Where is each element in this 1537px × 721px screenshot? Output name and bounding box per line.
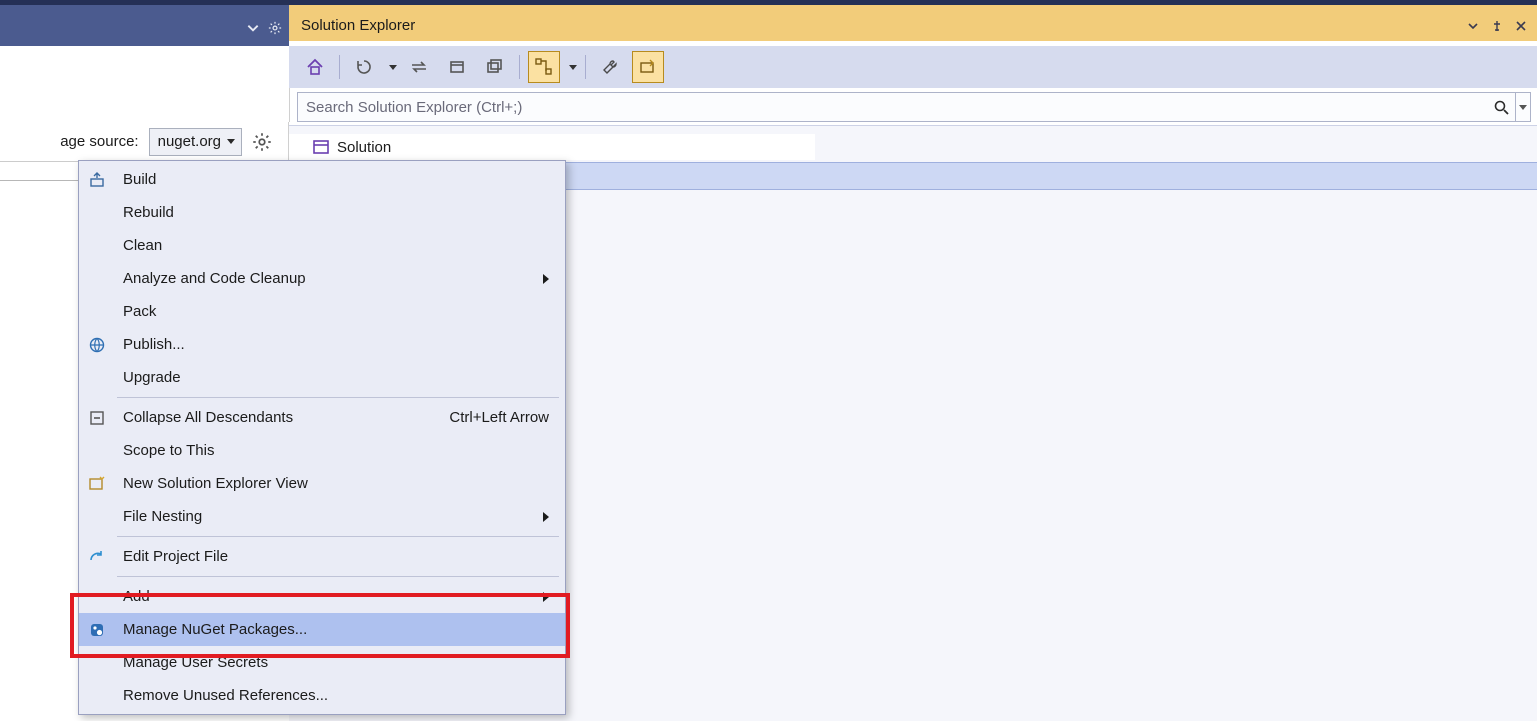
blank: [85, 267, 109, 291]
menu-item-label: Edit Project File: [123, 548, 549, 565]
solution-icon: [311, 137, 331, 157]
blank: [85, 585, 109, 609]
menu-item-label: Scope to This: [123, 442, 549, 459]
blank: [85, 300, 109, 324]
blank: [85, 651, 109, 675]
menu-item-label: Remove Unused References...: [123, 687, 549, 704]
solution-search-input[interactable]: [298, 99, 1487, 116]
collapse-icon: [85, 406, 109, 430]
blank: [85, 684, 109, 708]
blank: [85, 439, 109, 463]
chevron-down-icon[interactable]: [569, 65, 577, 70]
settings-gear-icon[interactable]: [252, 132, 272, 152]
window-icon[interactable]: [441, 51, 473, 83]
menu-item-label: Rebuild: [123, 204, 549, 221]
tree-root-row[interactable]: Solution: [309, 134, 395, 160]
globe-icon: [85, 333, 109, 357]
menu-item-label: Analyze and Code Cleanup: [123, 270, 535, 287]
close-icon[interactable]: [1513, 18, 1529, 34]
menu-item-shortcut: Ctrl+Left Arrow: [449, 409, 549, 426]
package-source-row: age source: nuget.org: [0, 122, 289, 162]
menu-item-label: Upgrade: [123, 369, 549, 386]
submenu-arrow-icon: [543, 274, 549, 284]
menu-item-label: Add: [123, 588, 535, 605]
menu-item-build[interactable]: Build: [79, 163, 565, 196]
preview-button[interactable]: [632, 51, 664, 83]
build-icon: [85, 168, 109, 192]
menu-item-label: Pack: [123, 303, 549, 320]
home-icon[interactable]: [299, 51, 331, 83]
history-back-icon[interactable]: [348, 51, 380, 83]
blank: [85, 201, 109, 225]
menu-item-publish[interactable]: Publish...: [79, 328, 565, 361]
project-context-menu: Build Rebuild Clean Analyze and Code Cleanu…: [78, 160, 566, 715]
menu-item-rebuild[interactable]: Rebuild: [79, 196, 565, 229]
search-icon[interactable]: [1487, 99, 1515, 115]
pin-icon[interactable]: [1489, 18, 1505, 34]
package-source-label: age source:: [60, 133, 138, 150]
package-source-value: nuget.org: [158, 133, 221, 150]
menu-item-pack[interactable]: Pack: [79, 295, 565, 328]
menu-item-analyze-and-code-cleanup[interactable]: Analyze and Code Cleanup: [79, 262, 565, 295]
properties-wrench-icon[interactable]: [594, 51, 626, 83]
menu-item-new-solution-explorer-view[interactable]: New Solution Explorer View: [79, 467, 565, 500]
gear-icon[interactable]: [267, 20, 283, 36]
submenu-arrow-icon: [543, 512, 549, 522]
menu-item-file-nesting[interactable]: File Nesting: [79, 500, 565, 533]
menu-separator: [117, 397, 559, 398]
new-view-icon: [85, 472, 109, 496]
menu-item-label: Build: [123, 171, 549, 188]
menu-item-manage-nuget-packages[interactable]: Manage NuGet Packages...: [79, 613, 565, 646]
menu-item-collapse-all-descendants[interactable]: Collapse All DescendantsCtrl+Left Arrow: [79, 401, 565, 434]
menu-item-scope-to-this[interactable]: Scope to This: [79, 434, 565, 467]
chevron-down-icon: [227, 139, 235, 144]
sync-icon[interactable]: [403, 51, 435, 83]
menu-item-label: Collapse All Descendants: [123, 409, 449, 426]
edit-icon: [85, 545, 109, 569]
menu-item-label: Manage User Secrets: [123, 654, 549, 671]
menu-item-label: File Nesting: [123, 508, 535, 525]
menu-item-add[interactable]: Add: [79, 580, 565, 613]
blank: [85, 366, 109, 390]
menu-item-label: Publish...: [123, 336, 549, 353]
solution-explorer-header: Solution Explorer: [289, 0, 1537, 41]
menu-item-manage-user-secrets[interactable]: Manage User Secrets: [79, 646, 565, 679]
menu-item-label: Manage NuGet Packages...: [123, 621, 549, 638]
package-source-select[interactable]: nuget.org: [149, 128, 242, 156]
search-options-dropdown[interactable]: [1515, 93, 1530, 121]
menu-item-remove-unused-references[interactable]: Remove Unused References...: [79, 679, 565, 712]
view-tree-button[interactable]: [528, 51, 560, 83]
dropdown-icon[interactable]: [245, 20, 261, 36]
blank: [85, 234, 109, 258]
menu-separator: [117, 536, 559, 537]
solution-explorer-toolbar: [289, 46, 1537, 88]
blank: [85, 505, 109, 529]
menu-item-label: New Solution Explorer View: [123, 475, 549, 492]
nuget-icon: [85, 618, 109, 642]
menu-item-upgrade[interactable]: Upgrade: [79, 361, 565, 394]
solution-explorer-title: Solution Explorer: [301, 17, 1465, 34]
menu-item-clean[interactable]: Clean: [79, 229, 565, 262]
solution-search[interactable]: [297, 92, 1531, 122]
windows-icon[interactable]: [479, 51, 511, 83]
chevron-down-icon[interactable]: [389, 65, 397, 70]
tree-root-label: Solution: [337, 139, 391, 156]
menu-item-label: Clean: [123, 237, 549, 254]
menu-item-edit-project-file[interactable]: Edit Project File: [79, 540, 565, 573]
window-menu-icon[interactable]: [1465, 18, 1481, 34]
left-panel-body: [0, 46, 290, 122]
submenu-arrow-icon: [543, 592, 549, 602]
menu-separator: [117, 576, 559, 577]
left-panel-header: [0, 0, 289, 51]
